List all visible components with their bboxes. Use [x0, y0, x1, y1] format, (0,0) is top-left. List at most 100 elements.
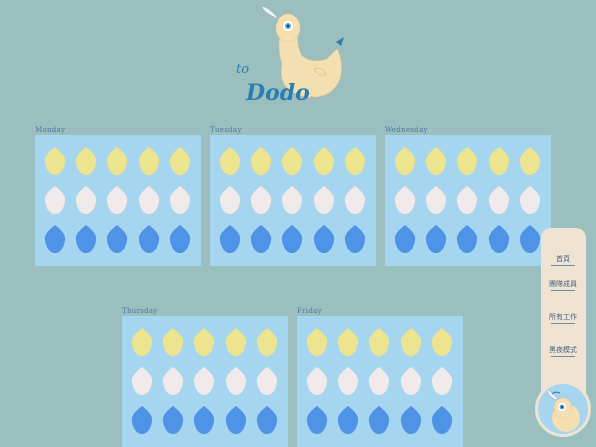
- egg-blue[interactable]: [394, 224, 416, 254]
- egg-row-white: [122, 366, 288, 399]
- egg-white[interactable]: [281, 185, 303, 215]
- day-card-friday[interactable]: [297, 316, 463, 447]
- egg-white[interactable]: [425, 185, 447, 215]
- egg-white[interactable]: [106, 185, 128, 215]
- egg-yellow[interactable]: [519, 146, 541, 176]
- egg-white[interactable]: [488, 185, 510, 215]
- egg-white[interactable]: [313, 185, 335, 215]
- egg-blue[interactable]: [219, 224, 241, 254]
- egg-blue[interactable]: [256, 405, 278, 435]
- egg-white[interactable]: [344, 185, 366, 215]
- egg-white[interactable]: [456, 185, 478, 215]
- egg-blue[interactable]: [138, 224, 160, 254]
- egg-blue[interactable]: [488, 224, 510, 254]
- egg-white[interactable]: [193, 366, 215, 396]
- egg-white[interactable]: [400, 366, 422, 396]
- nav-divider: [551, 290, 575, 291]
- egg-blue[interactable]: [169, 224, 191, 254]
- nav-divider: [551, 356, 575, 357]
- egg-yellow[interactable]: [368, 327, 390, 357]
- egg-yellow[interactable]: [337, 327, 359, 357]
- egg-yellow[interactable]: [225, 327, 247, 357]
- egg-yellow[interactable]: [138, 146, 160, 176]
- egg-white[interactable]: [75, 185, 97, 215]
- nav-item-dark-mode[interactable]: 黑夜模式: [547, 346, 579, 357]
- egg-yellow[interactable]: [131, 327, 153, 357]
- egg-white[interactable]: [337, 366, 359, 396]
- egg-blue[interactable]: [281, 224, 303, 254]
- egg-blue[interactable]: [431, 405, 453, 435]
- day-label-thursday: Thursday: [122, 307, 158, 315]
- egg-yellow[interactable]: [44, 146, 66, 176]
- day-label-monday: Monday: [35, 126, 66, 134]
- day-card-thursday[interactable]: [122, 316, 288, 447]
- nav-divider: [551, 265, 575, 266]
- egg-blue[interactable]: [162, 405, 184, 435]
- day-card-tuesday[interactable]: [210, 135, 376, 266]
- egg-yellow[interactable]: [488, 146, 510, 176]
- egg-blue[interactable]: [106, 224, 128, 254]
- day-card-wednesday[interactable]: [385, 135, 551, 266]
- egg-white[interactable]: [256, 366, 278, 396]
- egg-blue[interactable]: [368, 405, 390, 435]
- egg-white[interactable]: [368, 366, 390, 396]
- egg-blue[interactable]: [225, 405, 247, 435]
- egg-yellow[interactable]: [169, 146, 191, 176]
- egg-blue[interactable]: [519, 224, 541, 254]
- egg-row-blue: [297, 405, 463, 438]
- egg-white[interactable]: [169, 185, 191, 215]
- egg-yellow[interactable]: [344, 146, 366, 176]
- egg-blue[interactable]: [75, 224, 97, 254]
- egg-blue[interactable]: [400, 405, 422, 435]
- egg-blue[interactable]: [344, 224, 366, 254]
- egg-yellow[interactable]: [456, 146, 478, 176]
- egg-white[interactable]: [519, 185, 541, 215]
- dodo-avatar-button[interactable]: [535, 381, 591, 437]
- egg-blue[interactable]: [337, 405, 359, 435]
- egg-row-blue: [122, 405, 288, 438]
- nav-item-home[interactable]: 首頁: [547, 255, 579, 266]
- day-label-wednesday: Wednesday: [385, 126, 428, 134]
- dodo-logo: to Dodo: [232, 4, 347, 106]
- egg-white[interactable]: [306, 366, 328, 396]
- nav-divider: [551, 323, 575, 324]
- egg-row-blue: [210, 224, 376, 257]
- egg-blue[interactable]: [306, 405, 328, 435]
- egg-yellow[interactable]: [400, 327, 422, 357]
- egg-blue[interactable]: [193, 405, 215, 435]
- egg-yellow[interactable]: [106, 146, 128, 176]
- egg-yellow[interactable]: [425, 146, 447, 176]
- nav-item-team[interactable]: 團隊成員: [547, 280, 579, 291]
- egg-yellow[interactable]: [250, 146, 272, 176]
- egg-yellow[interactable]: [394, 146, 416, 176]
- egg-yellow[interactable]: [162, 327, 184, 357]
- egg-white[interactable]: [250, 185, 272, 215]
- egg-blue[interactable]: [44, 224, 66, 254]
- egg-yellow[interactable]: [313, 146, 335, 176]
- egg-row-blue: [35, 224, 201, 257]
- egg-white[interactable]: [431, 366, 453, 396]
- nav-item-all-tasks[interactable]: 所有工作: [547, 313, 579, 324]
- egg-white[interactable]: [138, 185, 160, 215]
- egg-yellow[interactable]: [219, 146, 241, 176]
- egg-blue[interactable]: [425, 224, 447, 254]
- egg-blue[interactable]: [456, 224, 478, 254]
- egg-yellow[interactable]: [281, 146, 303, 176]
- egg-yellow[interactable]: [431, 327, 453, 357]
- egg-blue[interactable]: [313, 224, 335, 254]
- egg-white[interactable]: [44, 185, 66, 215]
- egg-white[interactable]: [394, 185, 416, 215]
- egg-blue[interactable]: [250, 224, 272, 254]
- egg-white[interactable]: [162, 366, 184, 396]
- egg-row-blue: [385, 224, 551, 257]
- nav-item-label: 黑夜模式: [549, 346, 577, 354]
- egg-blue[interactable]: [131, 405, 153, 435]
- day-card-monday[interactable]: [35, 135, 201, 266]
- egg-white[interactable]: [131, 366, 153, 396]
- egg-white[interactable]: [219, 185, 241, 215]
- egg-yellow[interactable]: [75, 146, 97, 176]
- egg-yellow[interactable]: [306, 327, 328, 357]
- egg-white[interactable]: [225, 366, 247, 396]
- egg-yellow[interactable]: [256, 327, 278, 357]
- egg-yellow[interactable]: [193, 327, 215, 357]
